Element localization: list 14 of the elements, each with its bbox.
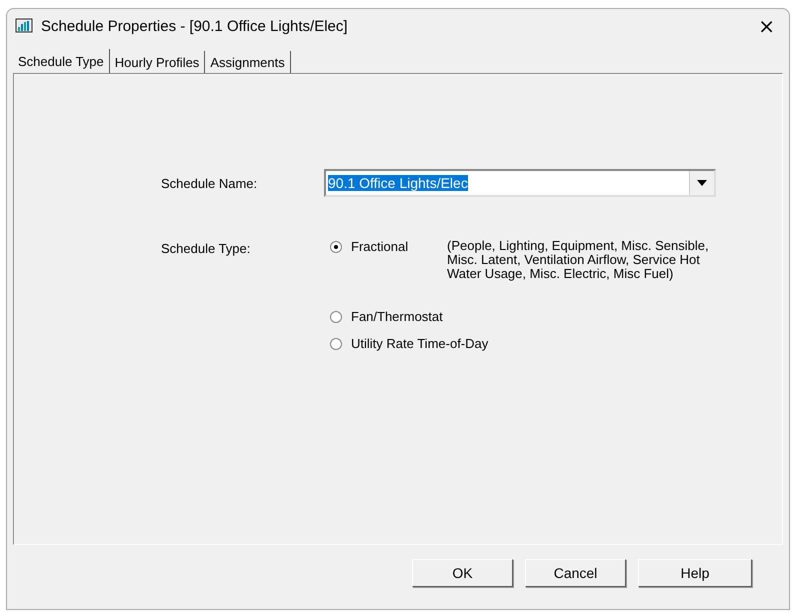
radio-button[interactable]: Fractional bbox=[330, 239, 447, 281]
caret-icon bbox=[697, 180, 707, 186]
dialog-button[interactable]: OK bbox=[412, 559, 513, 587]
radio-button[interactable]: Utility Rate Time-of-Day bbox=[330, 336, 488, 351]
dialog-button[interactable]: Cancel bbox=[525, 559, 626, 587]
chart-icon bbox=[15, 18, 33, 34]
close-button[interactable]: × bbox=[750, 14, 783, 38]
radio-button[interactable]: Fan/Thermostat bbox=[330, 309, 447, 324]
dialog-button[interactable]: Help bbox=[638, 559, 752, 587]
window-title: Schedule Properties - [90.1 Office Lights/Elec] bbox=[41, 18, 349, 34]
schedule-name-dropdown[interactable]: 90.1 Office Lights/Elec bbox=[324, 169, 716, 197]
field-label: Schedule Name: bbox=[161, 175, 258, 193]
option-description: (People, Lighting, Equipment, Misc. Sensible, Misc. Latent, Ventilation Airflow, Service Hot Water Usage, Misc. Electric, Misc Fuel) bbox=[447, 239, 710, 281]
field-label: Schedule Type: bbox=[161, 240, 252, 258]
